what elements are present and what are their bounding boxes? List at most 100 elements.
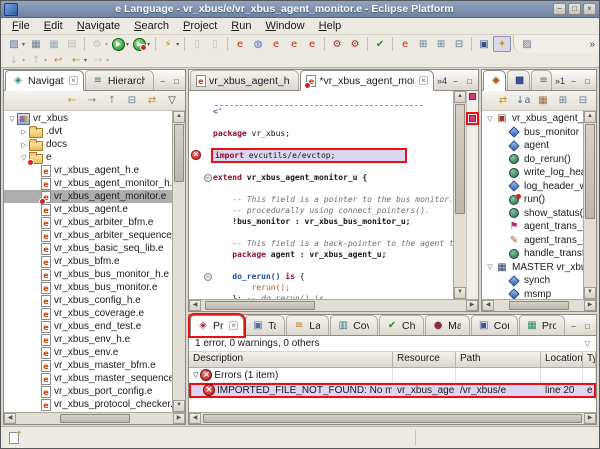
- close-button[interactable]: ×: [583, 3, 596, 15]
- code-line[interactable]: [189, 183, 453, 194]
- problems-tab-problem[interactable]: ◈ Problem ×: [187, 313, 247, 338]
- dropdown-arrow-icon[interactable]: ▾: [126, 41, 129, 48]
- tree-item-vr-xbus-agent-h-e[interactable]: vr_xbus_agent_h.e: [4, 164, 172, 177]
- minimize-button[interactable]: −: [450, 76, 461, 86]
- dropdown-arrow-icon[interactable]: ▾: [106, 57, 109, 64]
- dropdown-arrow-icon[interactable]: ▾: [84, 57, 87, 64]
- collapse-all-box-button[interactable]: ⊟: [123, 93, 141, 109]
- outline-tab-i[interactable]: ≡I: [530, 70, 552, 90]
- navigator-tab-navigator[interactable]: ◈ Navigator ×: [5, 70, 84, 91]
- dropdown-arrow-icon[interactable]: ▾: [22, 41, 25, 48]
- dropdown-arrow-icon[interactable]: ▾: [147, 41, 150, 48]
- tree-item-msmp[interactable]: msmp: [482, 288, 583, 299]
- menu-edit[interactable]: Edit: [37, 19, 70, 33]
- e-perspective-button[interactable]: ▨: [518, 36, 536, 52]
- mark-occurrences-button[interactable]: ▯: [188, 36, 206, 52]
- prev-annotation-button[interactable]: ↑ ▾: [27, 52, 49, 68]
- tree-item-master-vr-xbus-a[interactable]: ▽▦ MASTER vr_xbus_a: [482, 261, 583, 275]
- problems-tab-checks[interactable]: ✔ Checks: [379, 315, 425, 335]
- print-button[interactable]: ▤: [63, 36, 81, 52]
- close-icon[interactable]: ×: [229, 321, 239, 330]
- code-line[interactable]: -- This field is a back-pointer to the a…: [189, 238, 453, 249]
- maximize-button[interactable]: □: [568, 3, 581, 15]
- code-line[interactable]: − extend vr_xbus_agent_monitor_u {: [189, 172, 453, 183]
- code-line[interactable]: [189, 227, 453, 238]
- flashlight-button[interactable]: ✦: [493, 36, 512, 52]
- column-header-type[interactable]: Type: [583, 352, 596, 367]
- save-all-button[interactable]: ▦: [45, 36, 63, 52]
- tree-item-bus-monitor[interactable]: bus_monitor: [482, 126, 583, 140]
- navigator-vscrollbar[interactable]: ▲ ▼: [172, 111, 185, 412]
- scroll-down-icon[interactable]: ▼: [584, 287, 596, 299]
- problems-error-row[interactable]: IMPORTED_FILE_NOT_FOUND: No match for iv…: [189, 383, 596, 398]
- forward-button[interactable]: → ▾: [89, 52, 111, 68]
- menu-help[interactable]: Help: [312, 19, 349, 33]
- code-line[interactable]: package vr_xbus;: [189, 128, 453, 139]
- minimize-button[interactable]: −: [568, 321, 579, 331]
- scroll-thumb[interactable]: [174, 124, 184, 182]
- tab-overflow[interactable]: »1: [555, 76, 565, 86]
- e-doc-button[interactable]: e: [396, 36, 414, 52]
- link-editor-button[interactable]: ⇄: [494, 93, 512, 109]
- tree-item-agent[interactable]: agent: [482, 139, 583, 153]
- tree-item-do-rerun[interactable]: do_rerun(): [482, 153, 583, 167]
- save-button[interactable]: ▦: [27, 36, 45, 52]
- tree-item-vr-xbus-agent-monitor-e[interactable]: vr_xbus_agent_monitor.e: [4, 190, 172, 205]
- menu-run[interactable]: Run: [224, 19, 258, 33]
- scroll-up-icon[interactable]: ▲: [454, 91, 466, 103]
- tree-item-show-status[interactable]: show_status(): [482, 207, 583, 221]
- outline-hscrollbar[interactable]: ◀ ▶: [482, 299, 596, 311]
- code-line[interactable]: [189, 117, 453, 128]
- dropdown-arrow-icon[interactable]: ▾: [44, 57, 47, 64]
- perspective-overflow[interactable]: »: [589, 39, 595, 50]
- scroll-down-icon[interactable]: ▼: [454, 287, 466, 299]
- back-button[interactable]: ←: [63, 93, 81, 109]
- scroll-left-icon[interactable]: ◀: [189, 413, 201, 424]
- expander-icon[interactable]: ▷: [19, 128, 29, 136]
- scroll-left-icon[interactable]: ◀: [4, 413, 16, 424]
- code-line[interactable]: import evcutils/e/evctop;: [189, 148, 453, 163]
- tree-item-vr-xbus-arbiter-sequence-h-e[interactable]: vr_xbus_arbiter_sequence_h.e: [4, 229, 172, 242]
- maximize-button[interactable]: □: [582, 76, 593, 86]
- dropdown-arrow-icon[interactable]: ▾: [22, 57, 25, 64]
- fold-collapse-icon[interactable]: −: [203, 273, 212, 281]
- column-header-path[interactable]: Path: [456, 352, 541, 367]
- scroll-right-icon[interactable]: ▶: [173, 413, 185, 424]
- cubes-button[interactable]: ▣: [475, 36, 493, 52]
- expander-icon[interactable]: ▽: [485, 263, 495, 271]
- next-annotation-button[interactable]: ↓ ▾: [5, 52, 27, 68]
- menu-search[interactable]: Search: [127, 19, 176, 33]
- tree-item-docs[interactable]: ▷ docs: [4, 138, 172, 151]
- tree-item-vr-xbus-env-h-e[interactable]: vr_xbus_env_h.e: [4, 333, 172, 346]
- compile-gears-button[interactable]: ⚙: [328, 36, 346, 52]
- e-module-button[interactable]: e: [231, 36, 249, 52]
- e-globe-button[interactable]: ◍: [249, 36, 267, 52]
- search-torch-button[interactable]: ⚡ ▾: [159, 36, 181, 52]
- code-editor[interactable]: <' package vr_xbus;import evcutils/e/evct…: [189, 91, 453, 299]
- new-wizard-button[interactable]: ▧ ▾: [5, 36, 27, 52]
- scroll-thumb[interactable]: [585, 124, 595, 219]
- fold-collapse-icon[interactable]: −: [203, 174, 212, 182]
- column-header-description[interactable]: Description: [189, 352, 393, 367]
- menu-project[interactable]: Project: [176, 19, 224, 33]
- last-edit-location-button[interactable]: ↩: [49, 52, 67, 68]
- e-file-import-button[interactable]: e: [285, 36, 303, 52]
- collapse-all-box-button[interactable]: ⊟: [574, 93, 592, 109]
- maximize-button[interactable]: □: [582, 321, 593, 331]
- code-line[interactable]: [189, 139, 453, 150]
- error-marker-annotated[interactable]: [466, 112, 479, 125]
- minimize-button[interactable]: −: [568, 76, 579, 86]
- editor-tab-vr-xbus-agent-h-e[interactable]: vr_xbus_agent_h.e: [190, 70, 300, 90]
- code-line[interactable]: <': [189, 106, 453, 117]
- problems-tab-layers[interactable]: ≡ Layers: [286, 315, 330, 335]
- scroll-thumb[interactable]: [205, 301, 315, 310]
- expander-icon[interactable]: ▽: [485, 115, 495, 123]
- minimize-button[interactable]: −: [553, 3, 566, 15]
- problems-tab-progres[interactable]: ▦ Progres: [518, 315, 566, 335]
- tree-item-vr-xbus-config-h-e[interactable]: vr_xbus_config_h.e: [4, 294, 172, 307]
- up-button[interactable]: ↑: [103, 93, 121, 109]
- menu-file[interactable]: File: [5, 19, 37, 33]
- scroll-thumb[interactable]: [203, 414, 582, 423]
- minimize-button[interactable]: −: [157, 76, 168, 86]
- filter-grid-button[interactable]: ▦: [534, 93, 552, 109]
